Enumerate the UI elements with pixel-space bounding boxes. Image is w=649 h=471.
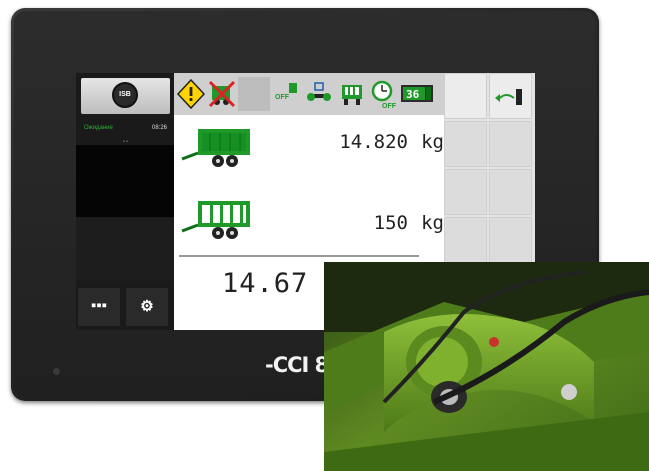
- exit-icon: [495, 89, 522, 105]
- status-led: [53, 368, 60, 375]
- gear-icon: ⚙: [140, 298, 154, 315]
- status-time: 08:26: [151, 125, 167, 131]
- mini-view-area: [76, 145, 174, 217]
- lock-axle-icon[interactable]: [304, 77, 336, 111]
- blank-icon: [238, 77, 270, 111]
- settings-button[interactable]: ⚙: [126, 288, 168, 326]
- soft-key-5[interactable]: [444, 169, 487, 215]
- loader-wagon-full-icon: [180, 125, 258, 174]
- current-load-unit: kg: [421, 131, 444, 153]
- soft-key-7[interactable]: [444, 217, 487, 263]
- total-weight-value: 14.67: [222, 268, 309, 299]
- counter-value: 36: [406, 88, 420, 101]
- soft-key-8[interactable]: [489, 217, 532, 263]
- brand-logo: -CCI 8: [265, 353, 329, 377]
- soft-key-2[interactable]: [489, 73, 532, 119]
- status-toolbar: OFF OFF 36: [174, 73, 444, 115]
- menu-button[interactable]: ▪▪▪: [78, 288, 120, 326]
- warning-icon[interactable]: [175, 77, 207, 111]
- off-unit-text: OFF: [275, 94, 290, 101]
- no-loading-icon[interactable]: [206, 77, 238, 111]
- menu-dots-icon: ▪▪▪: [91, 297, 107, 314]
- tare-value: 150: [373, 212, 408, 234]
- isb-stop-icon: ISB: [112, 82, 138, 108]
- timer-off-icon[interactable]: OFF: [368, 77, 400, 111]
- isb-button[interactable]: ISB: [81, 78, 170, 114]
- tare-unit: kg: [421, 212, 444, 234]
- status-row: Ожидание 08:26: [84, 125, 170, 131]
- sensor-photo: [324, 262, 649, 471]
- mini-view-empty: [76, 217, 174, 281]
- wagon-front-icon[interactable]: [336, 77, 368, 111]
- off-unit-icon[interactable]: OFF: [272, 77, 304, 111]
- divider: [179, 255, 419, 257]
- soft-key-1[interactable]: [444, 73, 487, 119]
- current-load-value: 14.820: [339, 131, 408, 153]
- status-label: Ожидание: [84, 125, 113, 131]
- loader-wagon-empty-icon: [180, 197, 258, 246]
- isb-column: ISB Ожидание 08:26 • • ▪▪▪ ⚙: [76, 73, 174, 330]
- timer-off-text: OFF: [382, 103, 397, 110]
- counter-icon[interactable]: 36: [400, 77, 440, 111]
- soft-key-4[interactable]: [489, 121, 532, 167]
- soft-key-6[interactable]: [489, 169, 532, 215]
- soft-key-3[interactable]: [444, 121, 487, 167]
